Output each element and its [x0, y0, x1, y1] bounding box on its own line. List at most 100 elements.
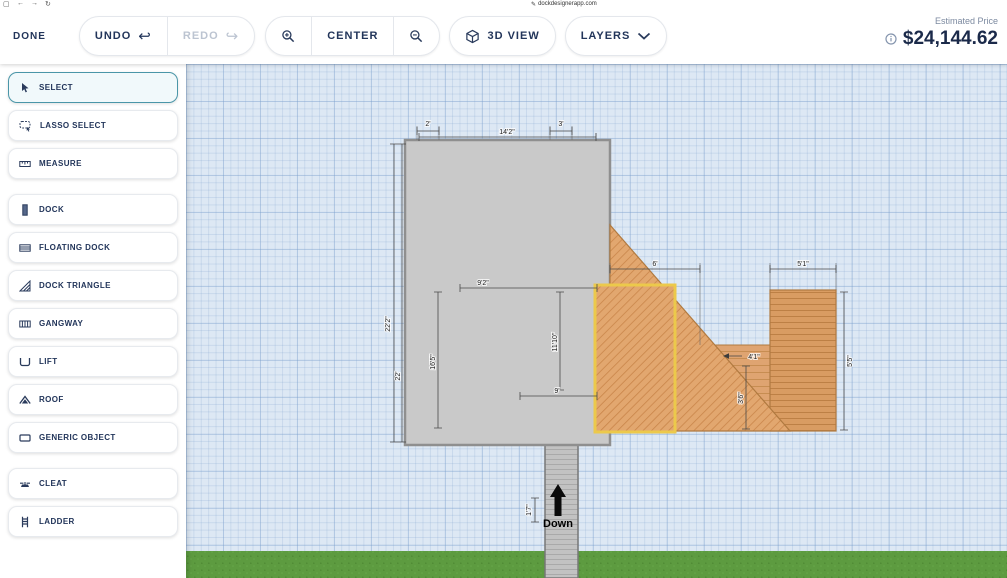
svg-text:22'2": 22'2" — [385, 316, 392, 332]
undo-label: UNDO — [94, 30, 132, 42]
3d-view-label: 3D VIEW — [487, 30, 540, 42]
zoom-in-button[interactable] — [266, 17, 313, 55]
lift-icon — [19, 357, 31, 366]
lasso-icon — [19, 120, 31, 132]
url-text: dockdesignerapp.com — [538, 1, 597, 7]
svg-text:9': 9' — [554, 388, 559, 395]
sidebar-item-label: MEASURE — [39, 159, 82, 168]
sidebar-item-lasso-select[interactable]: LASSO SELECT — [8, 110, 178, 141]
sidebar-item-cleat[interactable]: CLEAT — [8, 468, 178, 499]
svg-text:2': 2' — [425, 121, 430, 128]
sidebar-item-label: SELECT — [39, 83, 73, 92]
redo-label: REDO — [182, 30, 219, 42]
svg-text:9'2": 9'2" — [477, 280, 489, 287]
sidebar-item-ladder[interactable]: LADDER — [8, 506, 178, 537]
layers-group: LAYERS — [564, 16, 668, 56]
3d-view-button[interactable]: 3D VIEW — [450, 17, 554, 55]
dimension-3ft: 3' — [549, 120, 573, 135]
svg-text:14'2": 14'2" — [499, 129, 515, 136]
estimated-price-label: Estimated Price — [934, 16, 998, 26]
dock-icon — [22, 203, 28, 216]
sidebar-item-label: GENERIC OBJECT — [39, 433, 116, 442]
forward-icon[interactable]: → — [31, 0, 38, 7]
center-label: CENTER — [327, 30, 379, 42]
design-canvas[interactable]: Down 2' 14'2" 3' 22'2" 22' 9'2" 16'5" 11… — [186, 64, 1007, 578]
cube-icon — [466, 29, 480, 43]
dock-triangle-icon — [19, 279, 31, 291]
roof-icon — [19, 394, 31, 404]
undo-redo-group: UNDO ↩ REDO ↪ — [78, 16, 256, 56]
sidebar-item-label: ROOF — [39, 395, 64, 404]
ruler-icon — [19, 160, 31, 167]
svg-text:16'5": 16'5" — [430, 354, 437, 370]
main-dock[interactable] — [403, 138, 612, 447]
browser-chrome: ▢ ← → ↻ ✎ dockdesignerapp.com — [0, 0, 1007, 9]
cleat-icon — [20, 481, 30, 487]
design-drawing[interactable]: Down 2' 14'2" 3' 22'2" 22' 9'2" 16'5" 11… — [186, 64, 1007, 578]
wood-dock-right[interactable] — [769, 289, 837, 432]
sidebar-item-generic-object[interactable]: GENERIC OBJECT — [8, 422, 178, 453]
window-icon[interactable]: ▢ — [3, 0, 10, 8]
sidebar-item-dock-triangle[interactable]: DOCK TRIANGLE — [8, 270, 178, 301]
edit-url-icon: ✎ — [531, 2, 537, 8]
svg-text:6': 6' — [652, 261, 657, 268]
url-bar[interactable]: ✎ dockdesignerapp.com — [531, 1, 597, 8]
sidebar-item-label: GANGWAY — [39, 319, 84, 328]
sidebar-item-label: LADDER — [39, 517, 75, 526]
svg-text:4'1": 4'1" — [748, 354, 760, 361]
svg-text:5'5": 5'5" — [847, 355, 854, 367]
layers-label: LAYERS — [580, 30, 631, 42]
estimated-price-value: $24,144.62 — [902, 28, 998, 49]
svg-text:11'10": 11'10" — [552, 332, 559, 351]
down-label: Down — [543, 518, 573, 530]
sidebar-item-label: LIFT — [39, 357, 58, 366]
dimension-5ft5: 5'5" — [840, 291, 855, 431]
cursor-icon — [22, 82, 29, 92]
redo-button[interactable]: REDO ↪ — [168, 17, 254, 55]
selected-dock-section[interactable] — [593, 283, 677, 434]
dimension-5ft1: 5'1" — [769, 260, 837, 273]
sidebar-item-dock[interactable]: DOCK — [8, 194, 178, 225]
top-toolbar: ▢ ← → ↻ ✎ dockdesignerapp.com DONE UNDO … — [0, 0, 1007, 64]
svg-text:22': 22' — [395, 371, 402, 380]
layers-button[interactable]: LAYERS — [566, 17, 667, 55]
undo-icon: ↩ — [138, 27, 152, 45]
generic-object-icon — [19, 433, 31, 442]
tool-sidebar: SELECT LASSO SELECT MEASURE DOCK FLOATIN… — [0, 64, 186, 578]
sidebar-item-lift[interactable]: LIFT — [8, 346, 178, 377]
sidebar-item-floating-dock[interactable]: FLOATING DOCK — [8, 232, 178, 263]
chevron-down-icon — [638, 32, 651, 40]
gangway-icon — [19, 320, 31, 327]
3d-view-group: 3D VIEW — [449, 16, 556, 56]
info-icon[interactable] — [885, 33, 897, 45]
done-button[interactable]: DONE — [13, 31, 46, 42]
svg-text:5'1": 5'1" — [797, 261, 809, 268]
grass-shore — [186, 551, 1007, 578]
redo-icon: ↪ — [225, 27, 240, 45]
sidebar-item-select[interactable]: SELECT — [8, 72, 178, 103]
back-icon[interactable]: ← — [17, 0, 24, 7]
zoom-group: CENTER — [265, 16, 441, 56]
sidebar-item-label: DOCK TRIANGLE — [39, 281, 111, 290]
svg-text:3': 3' — [558, 121, 563, 128]
svg-text:3'6": 3'6" — [738, 392, 745, 404]
ladder-icon — [21, 516, 29, 527]
dimension-22ft2: 22'2" — [384, 143, 398, 443]
sidebar-item-label: LASSO SELECT — [40, 121, 107, 130]
sidebar-item-label: FLOATING DOCK — [39, 243, 111, 252]
floating-dock-icon — [19, 243, 31, 252]
zoom-out-button[interactable] — [394, 17, 439, 55]
dimension-2ft: 2' — [416, 120, 440, 135]
sidebar-item-measure[interactable]: MEASURE — [8, 148, 178, 179]
zoom-out-icon — [410, 29, 423, 42]
undo-button[interactable]: UNDO ↩ — [80, 17, 168, 55]
zoom-in-icon — [282, 29, 295, 42]
refresh-icon[interactable]: ↻ — [45, 0, 51, 8]
sidebar-item-roof[interactable]: ROOF — [8, 384, 178, 415]
dimension-1ft7: 1'7" — [525, 497, 539, 523]
sidebar-item-gangway[interactable]: GANGWAY — [8, 308, 178, 339]
svg-text:1'7": 1'7" — [526, 504, 533, 516]
sidebar-item-label: DOCK — [39, 205, 65, 214]
estimated-price-block: Estimated Price $24,144.62 — [885, 16, 998, 50]
center-button[interactable]: CENTER — [312, 17, 395, 55]
